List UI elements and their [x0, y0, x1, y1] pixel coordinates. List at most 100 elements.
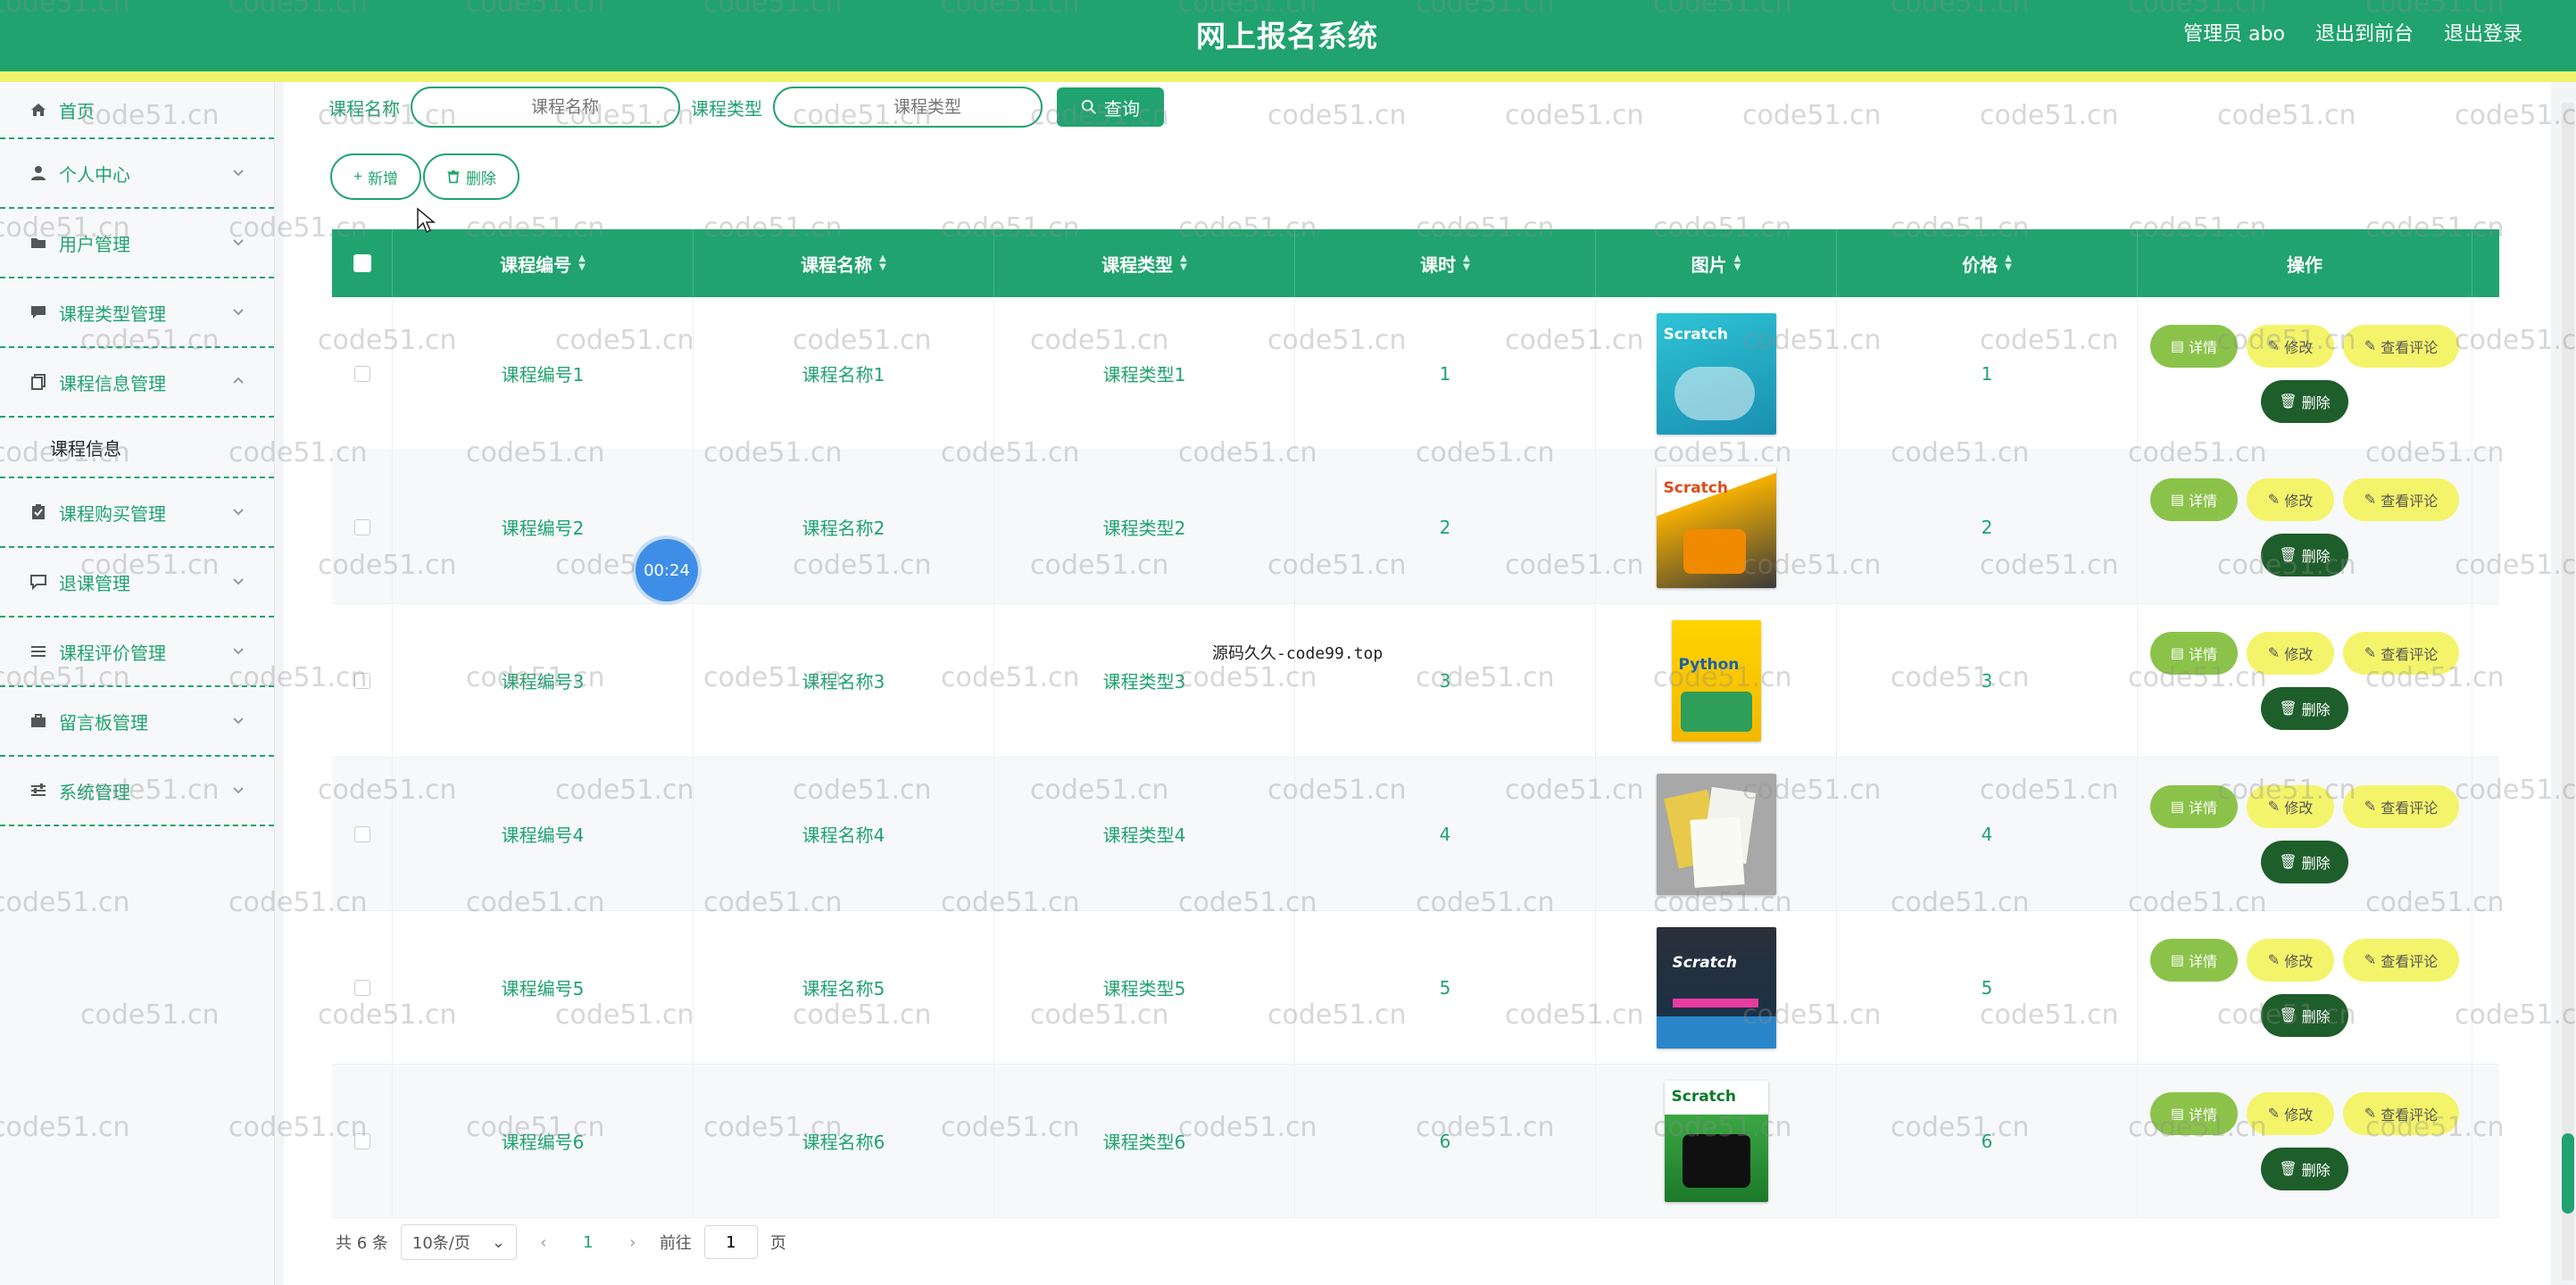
detail-button[interactable]: ▤ 详情	[2150, 938, 2238, 982]
page-scrollbar[interactable]	[2562, 103, 2574, 1281]
course-hours-cell: 4	[1295, 758, 1596, 910]
row-checkbox[interactable]	[353, 979, 370, 996]
sidebar-item-home[interactable]: 首页	[0, 82, 274, 139]
view-reviews-button[interactable]: ✎ 查看评论	[2343, 631, 2459, 675]
detail-label: 详情	[2189, 340, 2218, 356]
page-size-select[interactable]: 10条/页 ⌄	[400, 1224, 517, 1260]
delete-label: 删除	[2301, 395, 2331, 411]
edit-button[interactable]: ✎ 修改	[2247, 324, 2334, 368]
course-hours-cell: 5	[1295, 911, 1596, 1064]
edit-button[interactable]: ✎ 修改	[2247, 631, 2334, 675]
table-header: 课程编号 ▲ ▼ 课程名称 ▲ ▼ 课程类型 ▲ ▼ 课时 ▲ ▼ 图片 ▲ ▼ 价格 ▲ ▼ 操作	[332, 229, 2499, 297]
course-cover-image[interactable]: Scratch	[1656, 466, 1776, 588]
trash-icon: 🗑	[2279, 394, 2298, 410]
detail-button[interactable]: ▤ 详情	[2150, 631, 2238, 675]
course-cover-image[interactable]: Python	[1671, 619, 1761, 742]
course-cover-image[interactable]: Scratch	[1656, 312, 1776, 435]
folder-icon	[29, 233, 48, 253]
view-reviews-button[interactable]: ✎ 查看评论	[2343, 324, 2459, 368]
sidebar-item-users[interactable]: 用户管理	[0, 209, 274, 278]
trash-icon: 🗑	[2279, 701, 2298, 717]
add-button-label: 新增	[367, 170, 398, 187]
delete-button[interactable]: 🗑 删除	[2261, 379, 2348, 423]
list-icon	[29, 642, 48, 661]
query-button[interactable]: 查询	[1057, 87, 1164, 127]
row-checkbox[interactable]	[353, 365, 370, 382]
delete-button[interactable]: 🗑 删除	[2261, 686, 2348, 730]
edit-button[interactable]: ✎ 修改	[2247, 477, 2334, 521]
back-to-front-link[interactable]: 退出到前台	[2315, 18, 2414, 46]
detail-icon: ▤	[2170, 492, 2185, 508]
edit-button[interactable]: ✎ 修改	[2247, 1091, 2334, 1135]
course-cover-image[interactable]	[1656, 773, 1776, 895]
course-cover-image[interactable]: Scratch	[1656, 926, 1776, 1049]
view-reviews-button[interactable]: ✎ 查看评论	[2343, 938, 2459, 982]
page-number[interactable]: 1	[570, 1227, 606, 1257]
chevron-down-icon	[233, 239, 244, 246]
chevron-down-icon	[233, 509, 244, 516]
prev-page-button[interactable]: ‹	[529, 1228, 558, 1256]
column-header-image[interactable]: 图片 ▲ ▼	[1596, 229, 1837, 297]
detail-label: 详情	[2189, 1107, 2218, 1123]
view-reviews-button[interactable]: ✎ 查看评论	[2343, 477, 2459, 521]
chevron-down-icon	[233, 170, 244, 177]
column-label: 价格	[1962, 253, 1998, 276]
pencil-icon: ✎	[2267, 645, 2281, 661]
pencil-icon: ✎	[2364, 799, 2377, 815]
row-checkbox[interactable]	[353, 1132, 370, 1149]
column-header-price[interactable]: 价格 ▲ ▼	[1837, 229, 2138, 297]
row-checkbox[interactable]	[353, 825, 370, 842]
column-header-type[interactable]: 课程类型 ▲ ▼	[994, 229, 1295, 297]
sidebar-item-message-board[interactable]: 留言板管理	[0, 687, 274, 757]
course-hours-cell: 2	[1295, 451, 1596, 603]
sort-icon: ▲ ▼	[578, 253, 586, 272]
next-page-button[interactable]: ›	[619, 1228, 647, 1256]
table-row: 课程编号5 课程名称5 课程类型5 5 Scratch 5 ▤ 详情 ✎ 修改 ✎ 查…	[332, 911, 2499, 1065]
column-header-code[interactable]: 课程编号 ▲ ▼	[393, 229, 694, 297]
delete-button[interactable]: 🗑 删除	[2261, 533, 2348, 576]
sidebar-item-system[interactable]: 系统管理	[0, 757, 274, 826]
edit-button[interactable]: ✎ 修改	[2247, 784, 2334, 828]
detail-button[interactable]: ▤ 详情	[2150, 1091, 2238, 1135]
sidebar-item-label: 留言板管理	[59, 711, 148, 734]
pencil-icon: ✎	[2364, 1106, 2377, 1122]
detail-button[interactable]: ▤ 详情	[2150, 784, 2238, 828]
course-name-cell: 课程名称5	[694, 911, 994, 1064]
sidebar-subitem-course-info[interactable]: 课程信息	[0, 418, 274, 478]
row-actions: ▤ 详情 ✎ 修改 ✎ 查看评论 🗑 删除	[2138, 297, 2472, 450]
row-checkbox[interactable]	[353, 518, 370, 535]
course-cover-image[interactable]: Scratch	[1664, 1080, 1768, 1202]
course-hours-cell: 3	[1295, 604, 1596, 757]
logout-link[interactable]: 退出登录	[2444, 18, 2522, 46]
scrollbar-thumb[interactable]	[2562, 1133, 2574, 1214]
row-checkbox[interactable]	[353, 672, 370, 689]
batch-delete-button[interactable]: 删除	[422, 153, 519, 200]
delete-button[interactable]: 🗑 删除	[2261, 1147, 2348, 1190]
course-name-input[interactable]	[411, 87, 680, 128]
sidebar-item-withdraw[interactable]: 退课管理	[0, 548, 274, 618]
sidebar-item-course-review[interactable]: 课程评价管理	[0, 618, 274, 687]
sidebar-item-course-types[interactable]: 课程类型管理	[0, 278, 274, 348]
sidebar-menu: 首页 个人中心 用户管理 课程类型管理 课程信息管理 课程信息 课程购买管理 退…	[0, 82, 275, 1285]
course-type-cell: 课程类型5	[994, 911, 1295, 1064]
delete-button[interactable]: 🗑 删除	[2261, 993, 2348, 1037]
detail-button[interactable]: ▤ 详情	[2150, 477, 2238, 521]
goto-page-input[interactable]	[703, 1225, 758, 1259]
sidebar-item-profile[interactable]: 个人中心	[0, 139, 274, 209]
sidebar-item-course-purchase[interactable]: 课程购买管理	[0, 478, 274, 548]
view-reviews-button[interactable]: ✎ 查看评论	[2343, 1091, 2459, 1135]
add-button[interactable]: + 新增	[330, 153, 421, 200]
select-all-checkbox[interactable]	[353, 254, 371, 272]
sidebar-item-course-info[interactable]: 课程信息管理	[0, 348, 274, 418]
edit-button[interactable]: ✎ 修改	[2247, 938, 2334, 982]
sliders-icon	[29, 781, 48, 800]
course-name-label: 课程名称	[328, 97, 400, 120]
view-reviews-button[interactable]: ✎ 查看评论	[2343, 784, 2459, 828]
column-header-hours[interactable]: 课时 ▲ ▼	[1295, 229, 1596, 297]
delete-button[interactable]: 🗑 删除	[2261, 840, 2348, 883]
pencil-icon: ✎	[2267, 952, 2281, 968]
column-header-name[interactable]: 课程名称 ▲ ▼	[694, 229, 994, 297]
trash-icon: 🗑	[2279, 854, 2298, 870]
course-type-input[interactable]	[773, 87, 1043, 128]
detail-button[interactable]: ▤ 详情	[2150, 324, 2238, 368]
